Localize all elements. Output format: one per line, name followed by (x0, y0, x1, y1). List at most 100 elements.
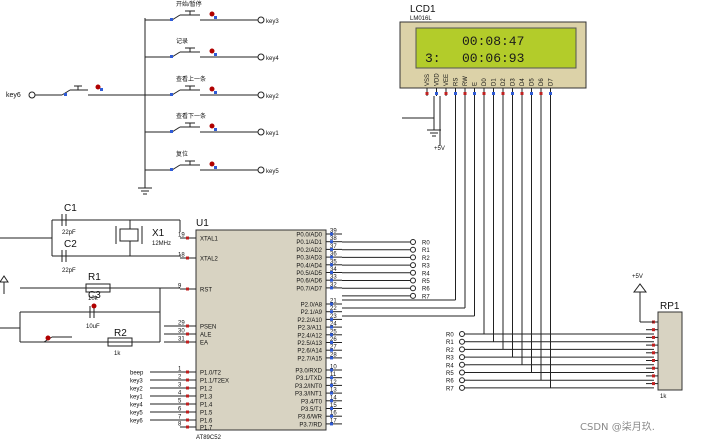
mcu-pin-name: P2.2/A10 (297, 318, 322, 324)
p1-net-label: key1 (130, 395, 143, 401)
terminal-icon (410, 292, 416, 299)
p0-net-label: R0 (422, 241, 430, 247)
lcd-pin-name: D1 (492, 78, 498, 86)
indicator-dot-icon (45, 335, 51, 341)
lcd-line1: 00:08:47 (462, 34, 524, 49)
p1-net-label: key3 (130, 379, 143, 385)
lcd-vdd-label: +5V (434, 146, 445, 152)
rp1-net-label: R4 (446, 363, 454, 369)
mcu-pin-name: P2.0/A8 (301, 303, 323, 309)
pushbutton-4[interactable] (145, 122, 265, 136)
terminal-icon (410, 239, 416, 245)
mcu-pin-number: 18 (178, 253, 185, 259)
terminal-icon (257, 53, 265, 61)
button-net-label: key3 (266, 19, 279, 25)
mcu-pin-name: P0.4/AD4 (296, 263, 322, 269)
lcd-pin-name: D2 (501, 78, 507, 86)
button-label: 复位 (176, 150, 188, 158)
terminal-icon (257, 128, 265, 136)
mcu-pin-name: P1.3 (200, 395, 213, 401)
mcu-pin-name: P1.2 (200, 387, 213, 393)
button-net-label: key5 (266, 169, 279, 175)
mcu-pin-name: P0.5/AD5 (296, 271, 322, 277)
rp1-ref: RP1 (660, 301, 680, 312)
mcu-pin-name: P0.6/AD6 (296, 279, 322, 285)
mcu-pin-name: P1.4 (200, 403, 213, 409)
rp1-net-label: R5 (446, 371, 454, 377)
lcd-pin-name: D3 (511, 78, 517, 86)
p0-net-label: R2 (422, 256, 430, 262)
mcu-pin-name: P3.6/WR (298, 415, 323, 421)
mcu-pin-name: P3.7/RD (299, 422, 322, 428)
terminal-icon (459, 346, 465, 353)
button-net-label: key4 (266, 56, 279, 62)
mcu-pin-name: P2.7/A15 (297, 356, 322, 362)
button-column (138, 18, 152, 195)
lcd-line2: 00:06:93 (462, 51, 524, 66)
mcu-pin-name: P0.3/AD3 (296, 256, 322, 262)
schematic-canvas: key6 00:08:47 3: 00:06:93 VSS VDD VEE RS RW E… (0, 0, 710, 444)
mcu-pin-name: P1.7 (200, 426, 213, 432)
rp1-net-label: R2 (446, 348, 454, 354)
mcu-pin-name: P2.4/A12 (297, 333, 322, 339)
lcd-line2-prefix: 3: (425, 51, 441, 66)
rp1-vcc-label: +5V (632, 274, 643, 280)
mcu-chip: XTAL119XTAL218RST9PSEN29ALE30EA31P1.0/T2… (178, 229, 342, 432)
lcd-pin-name: VSS (425, 74, 431, 86)
mcu-pin-number: 19 (178, 233, 185, 239)
mcu-pin-name: P1.5 (200, 411, 213, 417)
pushbutton-5[interactable] (145, 160, 265, 174)
resistor-pack-rp1 (633, 283, 683, 391)
mcu-pin-name: P3.0/RXD (295, 369, 322, 375)
button-label: 开始/暂停 (176, 0, 202, 8)
button-label: 记录 (176, 37, 188, 45)
terminal-icon (257, 16, 265, 24)
mcu-pin-name: EA (200, 341, 208, 347)
lcd-pin-name: VEE (444, 74, 450, 86)
pushbutton-1[interactable] (145, 10, 265, 24)
terminal-icon (257, 91, 265, 99)
p1-net-label: key6 (130, 419, 143, 425)
pushbutton-3[interactable] (145, 85, 265, 99)
left-edge-wiring (0, 275, 9, 294)
r1-ref: R1 (88, 272, 101, 283)
terminal-icon (410, 254, 416, 261)
p1-net-label: beep (130, 371, 144, 377)
rp1-net-label: R0 (446, 333, 454, 339)
r2-ref: R2 (114, 328, 127, 339)
mcu-pin-name: P2.6/A14 (297, 349, 322, 355)
p1-net-label: key5 (130, 411, 143, 417)
indicator-dot-icon (209, 11, 215, 17)
mcu-pin-name: XTAL1 (200, 237, 219, 243)
indicator-dot-icon (209, 48, 215, 54)
button-net-label: key2 (266, 94, 279, 100)
lcd-model-label: LM016L (410, 16, 432, 22)
pushbutton-2[interactable] (145, 47, 265, 61)
lcd-pin-name: D4 (520, 78, 526, 86)
mcu-right-pins: P0.0/AD039P0.1/AD138P0.2/AD237P0.3/AD336… (295, 229, 342, 428)
mcu-pin-name: P0.7/AD7 (296, 286, 322, 292)
rp1-net-label: R3 (446, 356, 454, 362)
indicator-dot-icon (209, 161, 215, 167)
key6-switch[interactable] (28, 84, 145, 99)
terminal-icon (459, 384, 465, 391)
p0-net-labels: R0R1R2R3R4R5R6R7 (342, 239, 430, 300)
terminal-icon (459, 377, 465, 384)
rp1-net-labels: R0R1 R2 R3R4 R5 R6R7 (446, 331, 470, 392)
terminal-icon (459, 369, 465, 376)
mcu-pin-name: P0.2/AD2 (296, 248, 322, 254)
mcu-pin-name: P3.2/INT0 (295, 384, 323, 390)
lcd-pin-name: RS (454, 78, 460, 86)
lcd-pin-name: D0 (482, 78, 488, 86)
rp1-net-label: R1 (446, 340, 454, 346)
indicator-dot-icon (91, 303, 97, 309)
rp1-net-label: R6 (446, 379, 454, 385)
indicator-dot-icon (95, 84, 101, 90)
p1-net-labels: beep key3 key2 key1 key4 key5 key6 (130, 371, 180, 425)
terminal-icon (459, 331, 465, 337)
c3-value: 10uF (86, 324, 100, 330)
mcu-pin-name: ALE (200, 333, 211, 339)
mcu-pin-name: PSEN (200, 325, 216, 331)
lcd-pin-name: D6 (539, 78, 545, 86)
c1-ref: C1 (64, 203, 77, 214)
